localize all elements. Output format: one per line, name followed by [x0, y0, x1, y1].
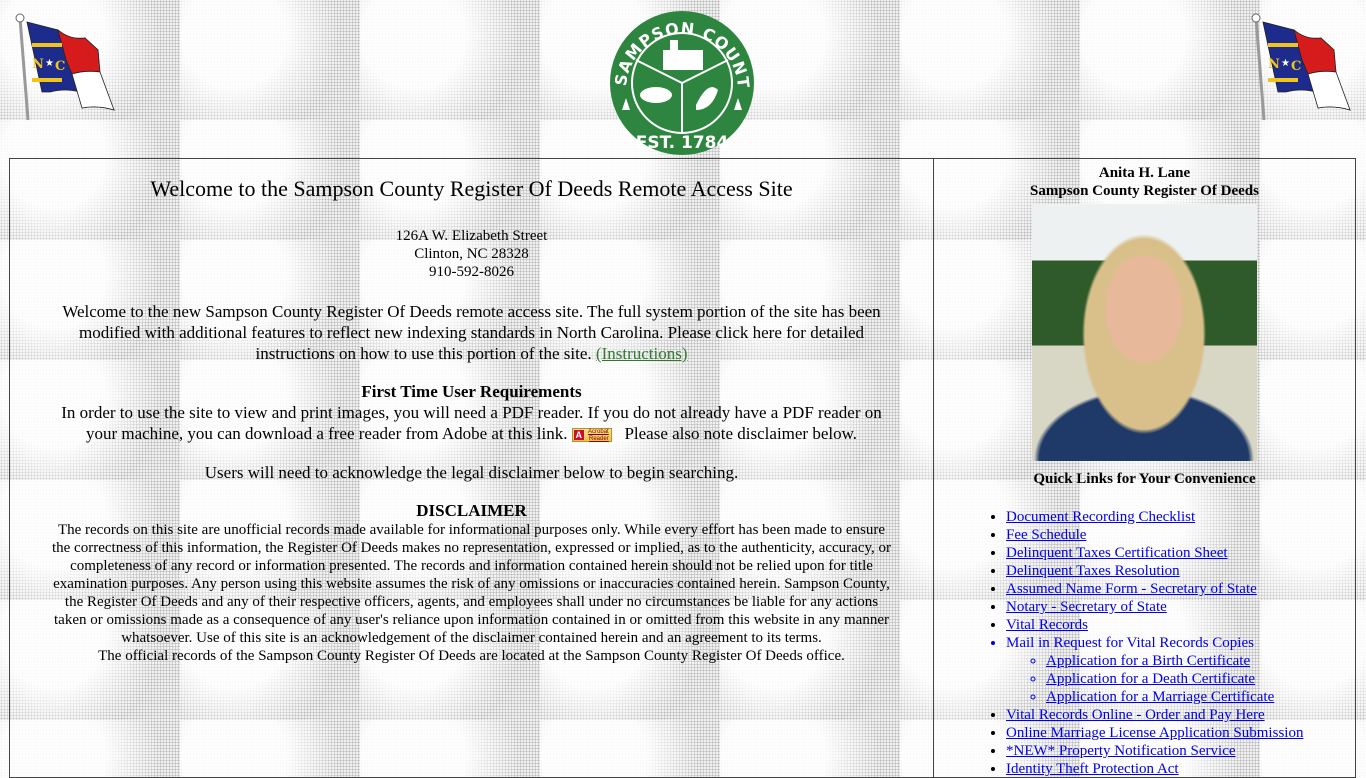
link-vital-records-online[interactable]: Vital Records Online - Order and Pay Her… [1006, 707, 1265, 723]
quick-links-heading: Quick Links for Your Convenience [1033, 471, 1256, 487]
page-header: N ★ C SAMPSON COUNTY N.C. EST. 1784 N ★ … [0, 0, 1366, 158]
list-item: Application for a Death Certificate [1046, 670, 1355, 688]
list-item: Document Recording Checklist [1006, 508, 1355, 526]
svg-text:★: ★ [45, 58, 54, 69]
adobe-badge-label: Acrobat Reader [588, 429, 609, 442]
list-item: Vital Records Online - Order and Pay Her… [1006, 706, 1355, 724]
mail-request-label: Mail in Request for Vital Records Copies [1006, 635, 1254, 651]
link-online-marriage-license[interactable]: Online Marriage License Application Subm… [1006, 725, 1303, 741]
nc-flag-left-icon: N ★ C [15, 13, 115, 121]
list-item: Notary - Secretary of State [1006, 598, 1355, 616]
sidebar: Anita H. Lane Sampson County Register Of… [934, 159, 1355, 777]
official-title: Sampson County Register Of Deeds [1030, 183, 1259, 199]
official-records-text: The official records of the Sampson Coun… [98, 648, 845, 664]
svg-text:N: N [1268, 57, 1280, 72]
link-death-certificate[interactable]: Application for a Death Certificate [1046, 671, 1255, 687]
welcome-panel: Welcome to the Sampson County Register O… [10, 159, 934, 777]
page-title: Welcome to the Sampson County Register O… [150, 176, 793, 201]
svg-text:C: C [55, 59, 65, 74]
link-notary[interactable]: Notary - Secretary of State [1006, 599, 1167, 615]
link-identity-theft-protection[interactable]: Identity Theft Protection Act [1006, 761, 1179, 777]
official-name: Anita H. Lane [1098, 165, 1191, 181]
link-vital-records[interactable]: Vital Records [1006, 617, 1088, 633]
adobe-reader-download-link[interactable]: A Acrobat Reader [571, 428, 612, 442]
address-street: 126A W. Elizabeth Street [395, 228, 548, 244]
svg-text:C: C [1291, 59, 1301, 74]
adobe-reader-icon: A [573, 430, 584, 440]
nc-flag-right-icon: N ★ C [1251, 13, 1351, 121]
list-item-mail-request: Mail in Request for Vital Records Copies… [1006, 634, 1355, 706]
intro-text: Welcome to the new Sampson County Regist… [62, 302, 881, 363]
link-fee-schedule[interactable]: Fee Schedule [1006, 527, 1086, 543]
list-item: Fee Schedule [1006, 526, 1355, 544]
list-item: Assumed Name Form - Secretary of State [1006, 580, 1355, 598]
link-delinquent-taxes-resolution[interactable]: Delinquent Taxes Resolution [1006, 563, 1180, 579]
link-marriage-certificate[interactable]: Application for a Marriage Certificate [1046, 689, 1274, 705]
link-assumed-name-form[interactable]: Assumed Name Form - Secretary of State [1006, 581, 1257, 597]
list-item: Application for a Birth Certificate [1046, 652, 1355, 670]
list-item: Application for a Marriage Certificate [1046, 688, 1355, 706]
list-item: Delinquent Taxes Resolution [1006, 562, 1355, 580]
requirements-paragraph: In order to use the site to view and pri… [50, 402, 893, 444]
official-photo [1032, 204, 1257, 461]
office-address: 126A W. Elizabeth Street Clinton, NC 283… [50, 227, 893, 281]
svg-text:N: N [32, 57, 44, 72]
official-name-block: Anita H. Lane Sampson County Register Of… [934, 164, 1355, 200]
link-delinquent-taxes-certification[interactable]: Delinquent Taxes Certification Sheet [1006, 545, 1228, 561]
mail-request-sublist: Application for a Birth Certificate Appl… [1006, 652, 1355, 706]
link-document-recording-checklist[interactable]: Document Recording Checklist [1006, 509, 1195, 525]
disclaimer-text: The records on this site are unofficial … [51, 522, 892, 646]
svg-text:★: ★ [1281, 58, 1290, 69]
requirements-heading: First Time User Requirements [361, 382, 582, 401]
instructions-link[interactable]: (Instructions) [596, 344, 688, 363]
list-item: Delinquent Taxes Certification Sheet [1006, 544, 1355, 562]
list-item: Online Marriage License Application Subm… [1006, 724, 1355, 742]
list-item: Vital Records [1006, 616, 1355, 634]
list-item: *NEW* Property Notification Service [1006, 742, 1355, 760]
intro-paragraph: Welcome to the new Sampson County Regist… [50, 301, 893, 364]
link-birth-certificate[interactable]: Application for a Birth Certificate [1046, 653, 1250, 669]
requirements-note: Please also note disclaimer below. [624, 424, 858, 443]
county-seal-icon: SAMPSON COUNTY N.C. EST. 1784 [608, 10, 754, 155]
acknowledge-text: Users will need to acknowledge the legal… [204, 463, 739, 482]
seal-established: EST. 1784 [636, 133, 729, 153]
main-content-table: Welcome to the Sampson County Register O… [9, 158, 1356, 778]
link-property-notification[interactable]: *NEW* Property Notification Service [1006, 743, 1236, 759]
list-item: Identity Theft Protection Act [1006, 760, 1355, 778]
disclaimer-heading: DISCLAIMER [416, 501, 527, 520]
quick-links-list: Document Recording Checklist Fee Schedul… [934, 508, 1355, 778]
address-phone: 910-592-8026 [429, 264, 514, 280]
address-city: Clinton, NC 28328 [414, 246, 529, 262]
